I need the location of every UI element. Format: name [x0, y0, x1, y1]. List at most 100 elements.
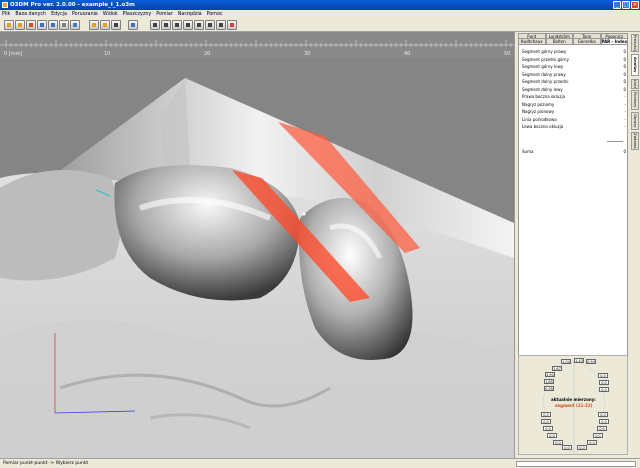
tooth-value-box: 1,04 [561, 359, 571, 364]
list-item: Segment dolny lewy 0 [522, 87, 626, 93]
plane-icon[interactable] [70, 20, 80, 30]
select-icon[interactable] [128, 20, 138, 30]
tooth-value-box: 0,0 [541, 412, 551, 417]
menu-bar: Plik Baza danych Edycja Poruszanie Widok… [0, 10, 640, 18]
vertical-tab-analizy[interactable]: Analizy [631, 54, 639, 76]
list-item-value: 0 [623, 79, 626, 84]
list-item-value: 0 [623, 64, 626, 69]
menu-item-pomoc[interactable]: Pomoc [207, 12, 223, 17]
app-logo-icon [2, 2, 8, 8]
diagram-label: aktualnie mierzony: [551, 397, 596, 402]
list-item: Segment górny lewy 0 [522, 64, 626, 70]
tooth-value-box: 0,0 [599, 380, 609, 385]
ruler-tick-label: 20 [204, 51, 210, 57]
application-window: O3DM Pro ver. 2.0.00 - example_I_1.o3m _… [0, 0, 640, 468]
menu-item-narzedzia[interactable]: Narzędzia [178, 12, 202, 17]
tooth-value-box: 0,0 [543, 426, 553, 431]
list-item-value: - [624, 116, 626, 122]
close-button[interactable]: × [631, 1, 639, 9]
diagram-segment: segment (21-22) [555, 403, 593, 408]
list-item: Segment przedni górny 0 [522, 57, 626, 63]
minimize-button[interactable]: _ [613, 1, 621, 9]
list-item-value: - [624, 124, 626, 129]
tooth-value-box: 1,43 [574, 358, 584, 363]
tooth-value-box: 0,95 [544, 386, 554, 391]
tooth-value-box: 1,65 [544, 379, 554, 384]
list-item-value: - [624, 101, 626, 107]
ruler-tick-label: 50 [504, 51, 510, 57]
tool-g-icon[interactable] [216, 20, 226, 30]
ruler-tick-label: 30 [304, 51, 310, 57]
maximize-button[interactable]: □ [622, 1, 630, 9]
status-text: Pomiar punkt-punkt -> Wybierz punkt [3, 461, 89, 466]
menu-item-baza-danych[interactable]: Baza danych [15, 12, 46, 17]
grid-icon[interactable] [100, 20, 110, 30]
tooth-value-box: 0,0 [577, 445, 587, 450]
tooth-value-box: 0,0 [598, 412, 608, 417]
list-item: Segment dolny przedni 0 [522, 79, 626, 85]
open-folder-icon[interactable] [4, 20, 14, 30]
tooth-value-box: 0,0 [562, 445, 572, 450]
tool-b-icon[interactable] [161, 20, 171, 30]
vertical-tab-lista[interactable]: Lista [631, 79, 639, 89]
move-icon[interactable] [37, 20, 47, 30]
tool-a-icon[interactable] [150, 20, 160, 30]
tooth-value-box: 0,0 [599, 419, 609, 424]
tooth-diagram: aktualnie mierzony: segment (21-22) 1,04… [518, 355, 628, 455]
status-bar: Pomiar punkt-punkt -> Wybierz punkt [0, 458, 640, 468]
sum-row: Suma 0 [522, 149, 626, 155]
tool-c-icon[interactable] [172, 20, 182, 30]
tooth-value-box: 1,67 [552, 366, 562, 371]
list-item-value: 0 [623, 49, 626, 54]
sum-label: Suma [522, 149, 534, 154]
vertical-tab-zadania[interactable]: Zadania [631, 132, 639, 150]
title-bar: O3DM Pro ver. 2.0.00 - example_I_1.o3m _… [0, 0, 640, 10]
list-item-label: Segment górny lewy [522, 64, 564, 69]
view-icon[interactable] [59, 20, 69, 30]
tooth-value-box: 0,0 [541, 419, 551, 424]
menu-item-widok[interactable]: Widok [103, 12, 118, 17]
sum-value: 0 [623, 149, 626, 154]
rotate-icon[interactable] [48, 20, 58, 30]
measurement-ruler: 0 [mm] 10 20 30 40 50 [0, 32, 514, 58]
menu-item-plik[interactable]: Plik [2, 12, 10, 17]
list-item-label: Segment dolny lewy [522, 86, 563, 92]
status-progress [516, 461, 636, 467]
zoom-icon[interactable] [227, 20, 237, 30]
list-item: Linia pośrodkowa - [522, 117, 626, 123]
list-item: Nagryz poziomy - [522, 102, 626, 108]
menu-item-poruszanie[interactable]: Poruszanie [72, 12, 98, 17]
list-item-value: - [624, 94, 626, 99]
tooth-value-box: 0,0 [597, 426, 607, 431]
list-item-label: Nagryz poziomy [522, 101, 555, 107]
menu-item-plaszczyzny[interactable]: Płaszczyzny [123, 12, 152, 17]
vertical-tab-pomiary[interactable]: Pomiary [631, 90, 639, 110]
layer-icon[interactable] [111, 20, 121, 30]
list-item-label: Prawa boczna okluzja [522, 94, 566, 99]
list-item-label: Linia pośrodkowa [522, 116, 557, 122]
ruler-tick-label: 10 [104, 51, 110, 57]
menu-item-edycja[interactable]: Edycja [51, 12, 67, 17]
tooth-value-box: 0,0 [599, 387, 609, 392]
list-item-label: Segment przedni górny [522, 56, 569, 62]
tool-d-icon[interactable] [183, 20, 193, 30]
tooth-value-box: 0,0 [547, 433, 557, 438]
menu-item-pomiar[interactable]: Pomiar [156, 12, 173, 17]
list-item-label: Nagryz pionowy [522, 109, 555, 114]
list-item-label: Segment dolny prawy [522, 71, 566, 77]
list-item-value: 0 [623, 56, 626, 62]
save-icon[interactable] [15, 20, 25, 30]
list-item: Segment dolny prawy 0 [522, 72, 626, 78]
tool-e-icon[interactable] [194, 20, 204, 30]
tooth-value-box: 4,90 [545, 372, 555, 377]
3d-viewport[interactable] [0, 58, 514, 458]
vertical-tab-predykcja[interactable]: Predykcja [631, 34, 639, 52]
vertical-tab-obrazy[interactable]: Obrazy [631, 112, 639, 130]
toolbar [0, 18, 640, 32]
tool-f-icon[interactable] [205, 20, 215, 30]
measure-icon[interactable] [89, 20, 99, 30]
model-icon[interactable] [26, 20, 36, 30]
list-item: Lewa boczna okluzja - [522, 124, 626, 130]
list-item-value: - [624, 109, 626, 114]
analysis-panel: Punt Lundström Tonn Pogonicz Kwiltchaux Bolt… [514, 32, 630, 458]
